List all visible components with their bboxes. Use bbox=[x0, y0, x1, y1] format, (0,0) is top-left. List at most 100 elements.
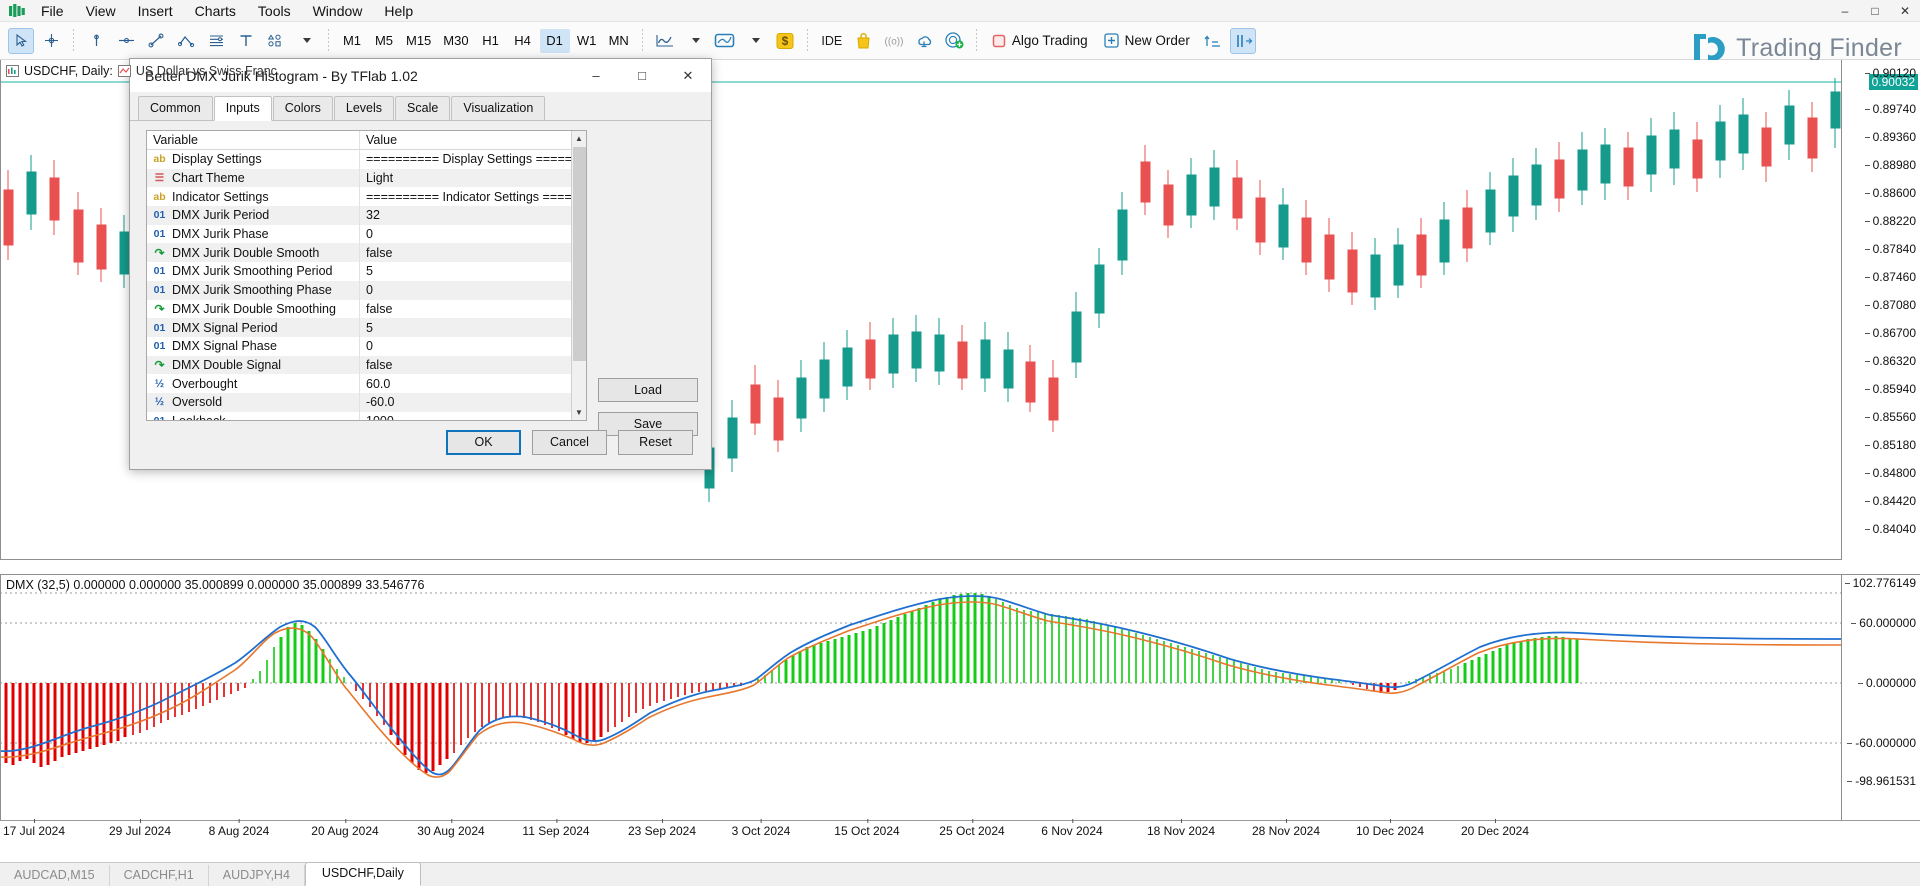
chart-shift-icon[interactable] bbox=[1229, 27, 1256, 54]
row-value[interactable]: 5 bbox=[359, 318, 586, 337]
autoscroll-icon[interactable] bbox=[1200, 28, 1226, 54]
candlestick-dropdown-caret-icon[interactable] bbox=[742, 28, 768, 54]
menu-file[interactable]: File bbox=[30, 0, 75, 22]
vps-icon[interactable] bbox=[941, 28, 967, 54]
horizontal-line-icon[interactable] bbox=[113, 28, 139, 54]
row-value[interactable]: 32 bbox=[359, 206, 586, 225]
vertical-line-icon[interactable] bbox=[83, 28, 109, 54]
row-value[interactable]: 60.0 bbox=[359, 374, 586, 393]
load-button[interactable]: Load bbox=[598, 378, 698, 402]
tab-inputs[interactable]: Inputs bbox=[213, 96, 272, 121]
timeframe-m5[interactable]: M5 bbox=[369, 29, 399, 53]
trendline-icon[interactable] bbox=[143, 28, 169, 54]
line-chart-icon[interactable] bbox=[652, 28, 678, 54]
fibonacci-icon[interactable] bbox=[203, 28, 229, 54]
tab-common[interactable]: Common bbox=[138, 96, 213, 120]
maximize-icon[interactable]: □ bbox=[619, 59, 665, 92]
grid-row[interactable]: 01 DMX Jurik Smoothing Period 5 bbox=[147, 262, 586, 281]
timeframe-d1[interactable]: D1 bbox=[539, 28, 570, 53]
crosshair-icon[interactable] bbox=[38, 28, 64, 54]
row-value[interactable]: -60.0 bbox=[359, 392, 586, 412]
cursor-arrow-icon[interactable] bbox=[8, 27, 34, 54]
ok-button[interactable]: OK bbox=[446, 429, 521, 455]
timeframe-mn[interactable]: MN bbox=[604, 29, 634, 53]
grid-row[interactable]: ↷ DMX Jurik Double Smoothing false bbox=[147, 299, 586, 319]
close-icon[interactable]: ✕ bbox=[1890, 0, 1920, 22]
tab-levels[interactable]: Levels bbox=[333, 96, 395, 120]
shapes-dropdown-caret-icon[interactable] bbox=[293, 28, 319, 54]
timeframe-h1[interactable]: H1 bbox=[476, 29, 506, 53]
menu-view[interactable]: View bbox=[75, 0, 127, 22]
grid-row[interactable]: ↷ DMX Jurik Double Smooth false bbox=[147, 243, 586, 263]
grid-row[interactable]: 01 DMX Signal Phase 0 bbox=[147, 336, 586, 356]
row-value[interactable]: Light bbox=[359, 168, 586, 188]
reset-button[interactable]: Reset bbox=[618, 429, 693, 455]
grid-scrollbar[interactable]: ▲ ▼ bbox=[571, 131, 586, 420]
tab-colors[interactable]: Colors bbox=[272, 96, 333, 120]
grid-row[interactable]: ½ Overbought 60.0 bbox=[147, 374, 586, 393]
timeframe-m1[interactable]: M1 bbox=[337, 29, 367, 53]
minimize-icon[interactable]: – bbox=[1830, 0, 1860, 22]
chart-tab-usdchf[interactable]: USDCHF,Daily bbox=[304, 862, 421, 886]
chart-tab-audjpy[interactable]: AUDJPY,H4 bbox=[209, 865, 305, 886]
indicator-pane[interactable]: DMX (32,5) 0.000000 0.000000 35.000899 0… bbox=[0, 574, 1920, 844]
grid-row[interactable]: 01 DMX Jurik Smoothing Phase 0 bbox=[147, 280, 586, 300]
grid-row[interactable]: ab Indicator Settings ========== Indicator… bbox=[147, 187, 586, 207]
tab-scale[interactable]: Scale bbox=[395, 96, 451, 120]
row-value[interactable]: 5 bbox=[359, 262, 586, 281]
line-chart-dropdown-caret-icon[interactable] bbox=[682, 28, 708, 54]
menu-charts[interactable]: Charts bbox=[184, 0, 247, 22]
grid-row[interactable]: 01 DMX Jurik Period 32 bbox=[147, 206, 586, 225]
price-axis[interactable]: 0.90032 0.90120 0.89740 0.89360 0.88980 … bbox=[1842, 60, 1920, 572]
metatrader-window: File View Insert Charts Tools Window Hel… bbox=[0, 0, 1920, 886]
timeframe-m15[interactable]: M15 bbox=[401, 29, 436, 53]
menu-help[interactable]: Help bbox=[373, 0, 424, 22]
grid-row[interactable]: 01 DMX Jurik Phase 0 bbox=[147, 224, 586, 244]
menu-tools[interactable]: Tools bbox=[247, 0, 302, 22]
timeframe-h4[interactable]: H4 bbox=[508, 29, 538, 53]
grid-row[interactable]: ab Display Settings ========== Display Set… bbox=[147, 150, 586, 169]
row-value[interactable]: false bbox=[359, 299, 586, 319]
timeframe-m30[interactable]: M30 bbox=[438, 29, 473, 53]
grid-row[interactable]: 01 DMX Signal Period 5 bbox=[147, 318, 586, 337]
ide-icon[interactable]: IDE bbox=[817, 28, 847, 54]
maximize-icon[interactable]: □ bbox=[1860, 0, 1890, 22]
inputs-grid[interactable]: Variable Value ab Display Settings =======… bbox=[146, 130, 587, 421]
algo-trading-button[interactable]: Algo Trading bbox=[984, 28, 1096, 54]
polyline-icon[interactable] bbox=[173, 28, 199, 54]
market-bag-icon[interactable] bbox=[851, 28, 877, 54]
row-value[interactable]: 0 bbox=[359, 280, 586, 300]
price-tick: 0.87840 bbox=[1864, 242, 1916, 256]
row-value[interactable]: ========== Indicator Settings ====... bbox=[359, 187, 586, 207]
row-value[interactable]: 0 bbox=[359, 224, 586, 244]
new-order-label: New Order bbox=[1124, 33, 1190, 48]
text-tool-icon[interactable] bbox=[233, 28, 259, 54]
new-order-button[interactable]: New Order bbox=[1096, 28, 1198, 54]
close-icon[interactable]: ✕ bbox=[665, 59, 711, 92]
dollar-icon[interactable]: $ bbox=[772, 28, 798, 54]
candlestick-chart-icon[interactable] bbox=[712, 28, 738, 54]
menu-insert[interactable]: Insert bbox=[127, 0, 184, 22]
cloud-icon[interactable] bbox=[911, 28, 937, 54]
grid-row[interactable]: ↷ DMX Double Signal false bbox=[147, 355, 586, 375]
signals-icon[interactable]: ((o)) bbox=[881, 28, 907, 54]
minimize-icon[interactable]: – bbox=[573, 59, 619, 92]
shapes-icon[interactable] bbox=[263, 28, 289, 54]
grid-row[interactable]: ½ Oversold -60.0 bbox=[147, 392, 586, 412]
chart-tab-cadchf[interactable]: CADCHF,H1 bbox=[110, 865, 209, 886]
timeframe-w1[interactable]: W1 bbox=[572, 29, 602, 53]
cancel-button[interactable]: Cancel bbox=[532, 429, 607, 455]
indicator-scale-axis[interactable]: 102.776149 60.000000 0.000000 -60.000000… bbox=[1842, 575, 1920, 844]
chart-tab-audcad[interactable]: AUDCAD,M15 bbox=[0, 865, 110, 886]
tab-visualization[interactable]: Visualization bbox=[451, 96, 546, 120]
row-value[interactable]: false bbox=[359, 355, 586, 375]
scroll-up-arrow-icon[interactable]: ▲ bbox=[572, 131, 586, 146]
menu-window[interactable]: Window bbox=[302, 0, 374, 22]
row-value[interactable]: 0 bbox=[359, 336, 586, 356]
row-value[interactable]: false bbox=[359, 243, 586, 263]
algo-trading-label: Algo Trading bbox=[1011, 33, 1088, 48]
grid-row[interactable]: ☰ Chart Theme Light bbox=[147, 168, 586, 188]
date-axis[interactable]: 17 Jul 2024 29 Jul 2024 8 Aug 2024 20 Au… bbox=[0, 819, 1920, 844]
row-value[interactable]: ========== Display Settings =====... bbox=[359, 150, 586, 169]
scrollbar-thumb[interactable] bbox=[573, 147, 586, 361]
